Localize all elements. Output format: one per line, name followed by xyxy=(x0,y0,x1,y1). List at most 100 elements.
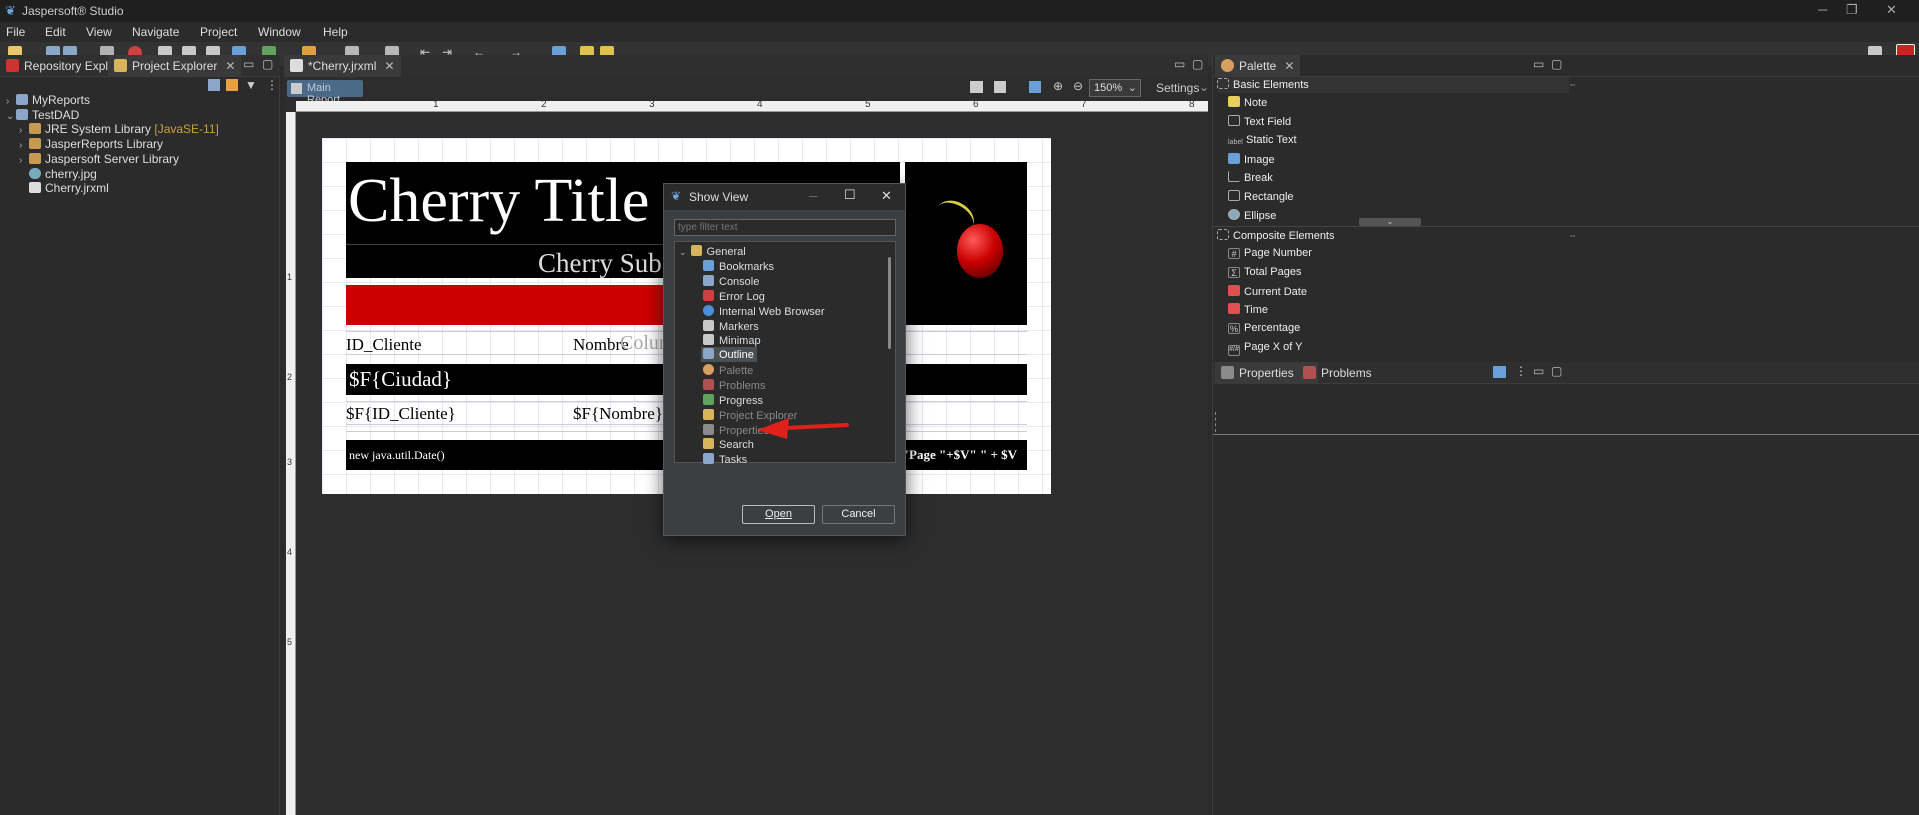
palette-total-pages[interactable]: Σ Total Pages xyxy=(1228,266,1301,278)
view-item-tasks[interactable]: Tasks xyxy=(703,453,747,466)
view-item-minimap[interactable]: Minimap xyxy=(703,334,761,347)
report-subtitle[interactable]: Cherry Sub xyxy=(538,248,662,279)
maximize-icon[interactable]: ☐ xyxy=(844,187,856,203)
maximize-view-icon[interactable]: ▢ xyxy=(1551,57,1562,71)
report-title[interactable]: Cherry Title xyxy=(348,166,649,237)
detail-id-field[interactable]: $F{ID_Cliente} xyxy=(346,404,456,424)
tab-project-explorer[interactable]: Project Explorer ✕ xyxy=(108,55,242,77)
menu-file[interactable]: File xyxy=(6,25,25,39)
composite-elements-header[interactable]: Composite Elements ⇔ xyxy=(1217,228,1577,244)
menu-window[interactable]: Window xyxy=(258,25,301,39)
minimize-view-icon[interactable]: ▭ xyxy=(243,57,254,71)
cherry-image[interactable] xyxy=(905,162,1027,325)
category-general[interactable]: ⌄ General xyxy=(679,245,746,258)
footer-page[interactable]: "Page "+$V" " + $V xyxy=(902,447,1017,463)
close-tab-icon[interactable]: ✕ xyxy=(1284,59,1294,73)
palette-percentage[interactable]: % Percentage xyxy=(1228,322,1300,334)
zoom-select[interactable]: 150% ⌄ xyxy=(1089,79,1141,97)
view-item-palette[interactable]: Palette xyxy=(703,364,753,377)
page-icon[interactable] xyxy=(994,81,1006,93)
tree-item-cherry-jrxml[interactable]: Cherry.jrxml xyxy=(29,181,109,195)
pin-view-icon[interactable] xyxy=(1493,366,1506,378)
minimize-editor-icon[interactable]: ▭ xyxy=(1174,57,1185,71)
restore-icon[interactable]: ❐ xyxy=(1846,2,1858,18)
scroll-down-handle[interactable]: ⌄ xyxy=(1359,218,1421,226)
view-item-markers[interactable]: Markers xyxy=(703,320,759,333)
open-button[interactable]: Open xyxy=(742,505,815,524)
layout-icon[interactable] xyxy=(970,81,983,93)
link-editor-icon[interactable] xyxy=(226,79,238,91)
basic-elements-header[interactable]: Basic Elements ⇔ xyxy=(1217,77,1577,93)
menu-navigate[interactable]: Navigate xyxy=(132,25,179,39)
export-icon[interactable] xyxy=(1029,81,1041,93)
palette-current-date[interactable]: Current Date xyxy=(1228,285,1307,298)
tree-item-jasperreports-library[interactable]: › JasperReports Library xyxy=(19,137,163,151)
zoom-out-icon[interactable]: ⊖ xyxy=(1073,79,1083,93)
view-item-web-browser[interactable]: Internal Web Browser xyxy=(703,305,825,318)
view-menu-icon[interactable]: ⋮ xyxy=(266,78,278,92)
detail-nombre-field[interactable]: $F{Nombre} xyxy=(573,404,663,424)
collapse-icon[interactable]: ⌄ xyxy=(679,247,687,257)
pin-icon[interactable]: ⇔ xyxy=(1568,230,1577,240)
view-item-bookmarks[interactable]: Bookmarks xyxy=(703,260,774,273)
menu-view[interactable]: View xyxy=(86,25,112,39)
palette-ellipse[interactable]: Ellipse xyxy=(1228,209,1276,222)
palette-image[interactable]: Image xyxy=(1228,153,1275,166)
list-scrollbar[interactable] xyxy=(888,257,891,349)
filter-icon[interactable]: ▼ xyxy=(245,78,257,92)
close-tab-icon[interactable]: ✕ xyxy=(384,59,394,73)
properties-sash[interactable] xyxy=(1215,412,1216,432)
tab-problems[interactable]: Problems xyxy=(1297,362,1378,384)
tree-item-jre[interactable]: › JRE System Library [JavaSE-11] xyxy=(19,122,219,136)
main-report-breadcrumb[interactable]: Main Report xyxy=(287,80,363,106)
tree-item-myreports[interactable]: › MyReports xyxy=(6,93,90,107)
tree-item-server-library[interactable]: › Jaspersoft Server Library xyxy=(19,152,179,166)
view-item-progress[interactable]: Progress xyxy=(703,394,763,407)
footer-date[interactable]: new java.util.Date() xyxy=(349,448,445,463)
chevron-down-icon[interactable]: ⌄ xyxy=(1199,80,1209,94)
palette-page-number[interactable]: # Page Number xyxy=(1228,247,1312,259)
close-icon[interactable]: ✕ xyxy=(881,188,892,204)
minimize-icon[interactable]: ─ xyxy=(809,189,818,203)
maximize-view-icon[interactable]: ▢ xyxy=(262,57,273,71)
group-field[interactable]: $F{Ciudad} xyxy=(349,367,452,392)
view-item-error-log[interactable]: Error Log xyxy=(703,290,765,303)
expand-icon[interactable]: › xyxy=(19,155,29,166)
view-menu-icon[interactable]: ⋮ xyxy=(1515,364,1527,378)
minimize-icon[interactable]: ─ xyxy=(1818,2,1827,17)
close-tab-icon[interactable]: ✕ xyxy=(225,59,235,73)
palette-break[interactable]: Break xyxy=(1228,171,1273,184)
palette-time[interactable]: Time xyxy=(1228,303,1268,316)
palette-note[interactable]: Note xyxy=(1228,96,1267,109)
menu-edit[interactable]: Edit xyxy=(45,25,66,39)
pin-icon[interactable]: ⇔ xyxy=(1568,79,1577,89)
palette-page-x-of-y[interactable]: #/# Page X of Y xyxy=(1228,341,1303,356)
palette-text-field[interactable]: Text Field xyxy=(1228,115,1291,128)
view-item-search[interactable]: Search xyxy=(703,438,754,451)
collapse-all-icon[interactable] xyxy=(208,79,220,91)
cancel-button[interactable]: Cancel xyxy=(822,505,895,524)
view-item-problems[interactable]: Problems xyxy=(703,379,765,392)
maximize-editor-icon[interactable]: ▢ xyxy=(1192,57,1203,71)
view-item-console[interactable]: Console xyxy=(703,275,759,288)
minimize-view-icon[interactable]: ▭ xyxy=(1533,57,1544,71)
maximize-view-icon[interactable]: ▢ xyxy=(1551,364,1562,378)
col-header-ghost[interactable]: Colur xyxy=(620,332,666,355)
expand-icon[interactable]: › xyxy=(19,125,29,136)
menu-project[interactable]: Project xyxy=(200,25,237,39)
close-icon[interactable]: ✕ xyxy=(1886,2,1897,18)
tree-item-cherry-jpg[interactable]: cherry.jpg xyxy=(29,167,97,181)
filter-input[interactable] xyxy=(674,219,896,236)
tab-palette[interactable]: Palette ✕ xyxy=(1215,55,1301,77)
collapse-icon[interactable]: ⌄ xyxy=(6,111,16,122)
tree-item-testdad[interactable]: ⌄ TestDAD xyxy=(6,108,79,122)
settings-button[interactable]: Settings xyxy=(1156,81,1199,95)
expand-icon[interactable]: › xyxy=(6,96,16,107)
tab-cherry-jrxml[interactable]: *Cherry.jrxml ✕ xyxy=(284,55,401,77)
menu-help[interactable]: Help xyxy=(323,25,348,39)
view-item-outline[interactable]: Outline xyxy=(701,347,757,362)
zoom-in-icon[interactable]: ⊕ xyxy=(1053,79,1063,93)
expand-icon[interactable]: › xyxy=(19,140,29,151)
col-header-id[interactable]: ID_Cliente xyxy=(346,335,422,355)
palette-static-text[interactable]: label Static Text xyxy=(1228,134,1297,150)
